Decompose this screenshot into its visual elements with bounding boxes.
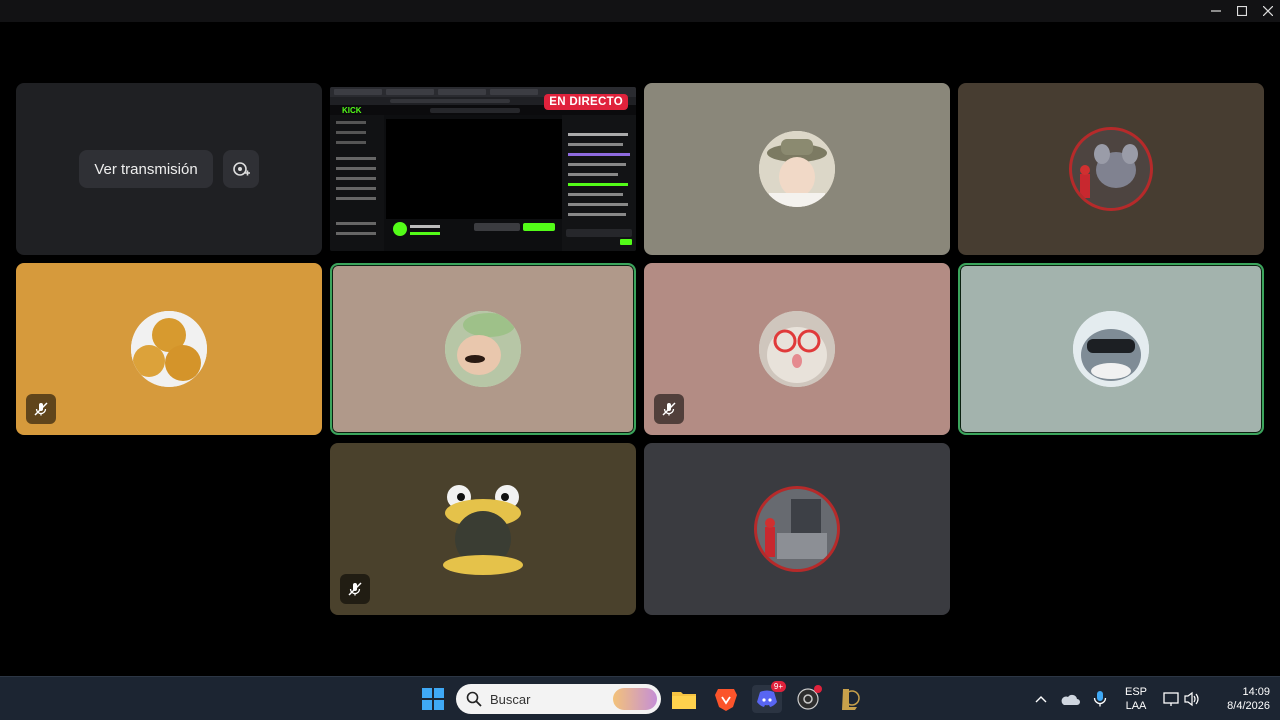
- mic-muted-icon: [340, 574, 370, 604]
- language-indicator[interactable]: ESP LAA: [1122, 685, 1150, 713]
- watch-stream-button[interactable]: Ver transmisión: [79, 150, 213, 188]
- obs-icon[interactable]: [794, 685, 822, 713]
- add-view-icon[interactable]: [222, 150, 259, 188]
- frog-hat-avatar: [441, 483, 525, 575]
- keyboard-layout: LAA: [1125, 700, 1147, 712]
- chevron-up-icon[interactable]: [1027, 685, 1055, 713]
- stream-preview[interactable]: KICK EN DIRECTO: [330, 87, 636, 251]
- brave-browser-icon[interactable]: [712, 685, 740, 713]
- svg-text:KICK: KICK: [342, 106, 362, 115]
- participant-tile-6[interactable]: [958, 263, 1264, 435]
- volume-icon[interactable]: [1178, 685, 1206, 713]
- discord-icon[interactable]: 9+: [752, 681, 786, 713]
- minimize-icon[interactable]: [1203, 2, 1229, 20]
- taskbar-search[interactable]: Buscar: [456, 684, 661, 714]
- participant-tile-7[interactable]: [330, 443, 636, 615]
- microphone-icon[interactable]: [1086, 685, 1114, 713]
- clock-date: 8/4/2026: [1227, 700, 1270, 712]
- search-highlight-icon: [613, 688, 657, 710]
- maximize-icon[interactable]: [1229, 2, 1255, 20]
- watch-stream-label: Ver transmisión: [94, 160, 198, 178]
- live-badge: EN DIRECTO: [544, 94, 628, 110]
- participant-tile-2[interactable]: [958, 83, 1264, 255]
- participant-tile-3[interactable]: [16, 263, 322, 435]
- clock-time: 14:09: [1242, 686, 1270, 698]
- windows-start-icon[interactable]: [419, 685, 447, 713]
- notification-dot: [814, 685, 822, 693]
- window-titlebar: [0, 0, 1280, 22]
- clock[interactable]: 14:09 8/4/2026: [1208, 685, 1270, 713]
- mic-muted-icon: [26, 394, 56, 424]
- participant-tile-4[interactable]: [330, 263, 636, 435]
- cat-glasses-avatar: [759, 311, 835, 387]
- food-avatar: [131, 311, 207, 387]
- room-avatar: [754, 486, 840, 572]
- cap-person-avatar: [445, 311, 521, 387]
- stream-tile: Ver transmisión: [16, 83, 322, 255]
- search-icon: [466, 691, 482, 707]
- participant-tile-5[interactable]: [644, 263, 950, 435]
- search-placeholder: Buscar: [490, 691, 531, 707]
- file-explorer-icon[interactable]: [670, 685, 698, 713]
- shark-avatar: [1073, 311, 1149, 387]
- close-icon[interactable]: [1255, 2, 1280, 20]
- participant-tile-8[interactable]: [644, 443, 950, 615]
- language-code: ESP: [1124, 686, 1147, 698]
- taskbar: Buscar 9+ ESP LAA 14:09 8/4/2026: [0, 676, 1280, 720]
- hat-person-avatar: [759, 131, 835, 207]
- participant-tile-1[interactable]: [644, 83, 950, 255]
- league-client-icon[interactable]: [836, 685, 864, 713]
- stream-screenshot: KICK: [330, 87, 636, 251]
- onedrive-icon[interactable]: [1056, 685, 1084, 713]
- discord-badge: 9+: [770, 681, 786, 692]
- mic-muted-icon: [654, 394, 684, 424]
- rat-avatar: [1069, 127, 1153, 211]
